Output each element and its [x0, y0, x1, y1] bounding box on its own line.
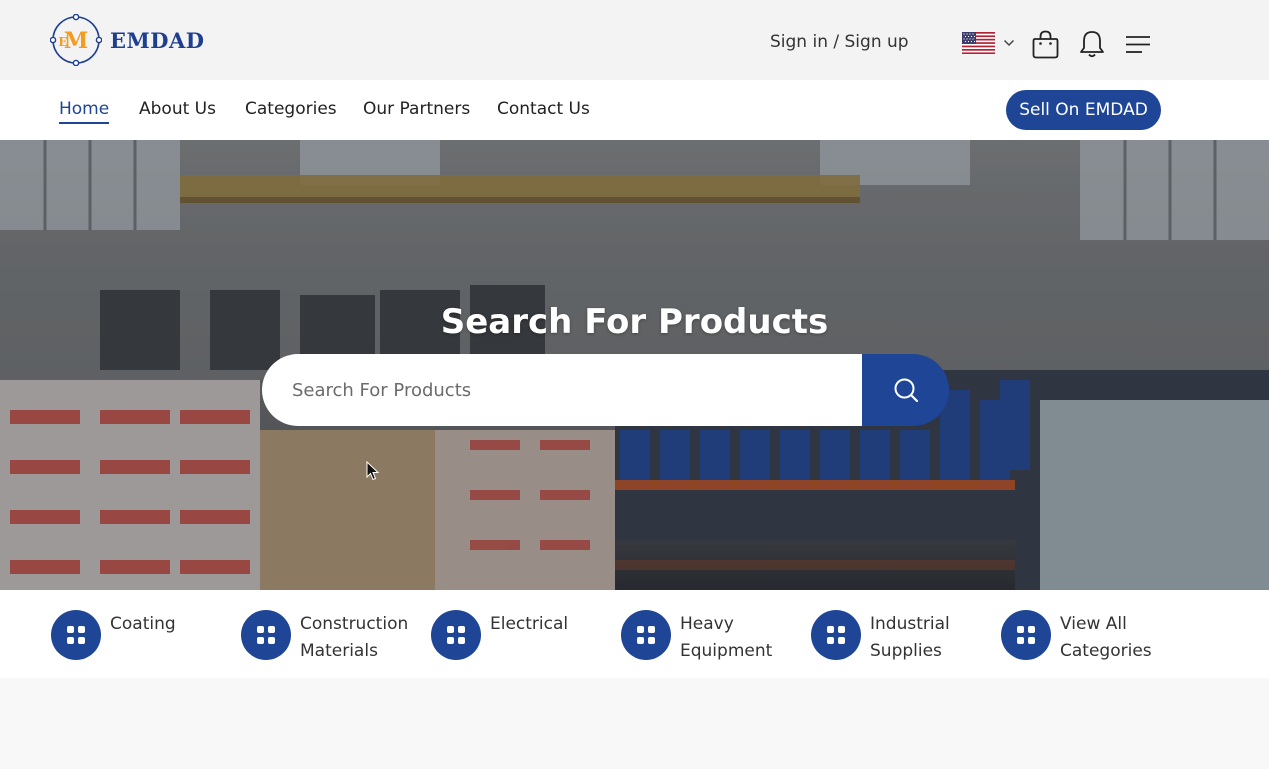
category-electrical[interactable]: Electrical: [431, 610, 600, 660]
product-search-bar: [262, 354, 949, 426]
grid-icon: [241, 610, 291, 660]
grid-icon: [1001, 610, 1051, 660]
category-label: View All Categories: [1060, 614, 1152, 661]
signin-signup-link[interactable]: Sign in / Sign up: [770, 32, 909, 52]
search-input[interactable]: [262, 354, 882, 426]
chevron-down-icon[interactable]: [1003, 38, 1015, 48]
category-construction-materials[interactable]: Construction Materials: [241, 610, 410, 665]
grid-icon: [811, 610, 861, 660]
mouse-cursor-icon: [366, 461, 380, 481]
search-button[interactable]: [862, 354, 949, 426]
grid-icon: [621, 610, 671, 660]
main-nav: Home About Us Categories Our Partners Co…: [0, 80, 1269, 140]
nav-contact-us[interactable]: Contact Us: [497, 99, 590, 119]
category-industrial-supplies[interactable]: Industrial Supplies: [811, 610, 980, 665]
nav-about-us[interactable]: About Us: [139, 99, 216, 119]
grid-icon: [431, 610, 481, 660]
nav-categories[interactable]: Categories: [245, 99, 337, 119]
category-strip: Coating Construction Materials Electrica…: [0, 590, 1269, 678]
category-heavy-equipment[interactable]: Heavy Equipment: [621, 610, 790, 665]
sell-on-emdad-button[interactable]: Sell On EMDAD: [1006, 90, 1161, 130]
hero-title: Search For Products: [440, 302, 829, 342]
top-bar: M E EMDAD Sign in / Sign up: [0, 0, 1269, 80]
svg-text:E: E: [58, 35, 67, 49]
category-label: Industrial Supplies: [870, 614, 950, 661]
us-flag-icon[interactable]: [962, 32, 995, 54]
category-view-all[interactable]: View All Categories: [1001, 610, 1170, 665]
brand-name: EMDAD: [110, 27, 205, 53]
category-coating[interactable]: Coating: [51, 610, 220, 660]
bell-icon[interactable]: [1079, 30, 1105, 59]
nav-our-partners[interactable]: Our Partners: [363, 99, 470, 119]
logo-mark-icon: M E: [50, 14, 102, 66]
page-content-area: [0, 678, 1269, 769]
menu-icon[interactable]: [1125, 35, 1151, 55]
nav-home[interactable]: Home: [59, 99, 110, 124]
category-label: Coating: [110, 614, 176, 634]
category-label: Construction Materials: [300, 614, 409, 661]
grid-icon: [51, 610, 101, 660]
hero-section: Search For Products: [0, 140, 1269, 590]
category-label: Heavy Equipment: [680, 614, 773, 661]
cart-icon[interactable]: [1032, 30, 1059, 59]
brand-logo[interactable]: M E EMDAD: [50, 14, 204, 66]
search-icon: [894, 378, 918, 403]
category-label: Electrical: [490, 614, 569, 634]
